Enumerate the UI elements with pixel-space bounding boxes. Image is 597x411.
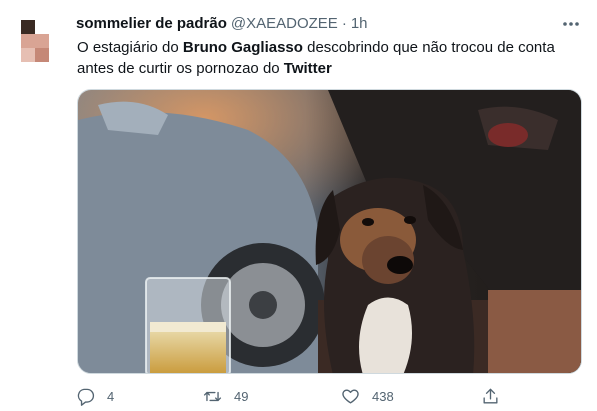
like-count: 438 [372, 388, 394, 404]
tweet-text-bold-name: Bruno Gagliasso [182, 39, 303, 56]
heart-icon [342, 388, 359, 404]
tweet-text: O estagiário do Bruno Gagliasso descobri… [77, 37, 582, 79]
dog-photo [78, 90, 581, 373]
tweet-header: sommelier de padrão @XAEADOZEE · 1h [76, 13, 368, 33]
reply-button[interactable]: 4 [76, 384, 114, 408]
tweet-actions: 4 49 438 [73, 384, 503, 408]
tweet-media-photo[interactable] [77, 89, 582, 374]
tweet-timestamp[interactable]: 1h [351, 15, 368, 32]
retweet-button[interactable]: 49 [203, 384, 248, 408]
share-icon [483, 388, 498, 404]
retweet-count: 49 [234, 388, 249, 404]
like-button[interactable]: 438 [341, 384, 394, 408]
author-handle[interactable]: @XAEADOZEE [231, 15, 338, 32]
share-button[interactable] [481, 384, 500, 408]
retweet-icon [203, 391, 222, 401]
reply-count: 4 [107, 388, 115, 404]
header-separator: · [341, 14, 347, 32]
reply-icon [77, 388, 95, 406]
tweet-text-part-1: O estagiário do [77, 39, 183, 56]
more-horizontal-icon[interactable] [560, 14, 582, 34]
tweet-text-bold-twitter: Twitter [283, 60, 332, 77]
author-display-name[interactable]: sommelier de padrão [76, 15, 227, 32]
tweet[interactable]: sommelier de padrão @XAEADOZEE · 1h O es… [0, 0, 597, 411]
avatar[interactable] [21, 20, 49, 62]
